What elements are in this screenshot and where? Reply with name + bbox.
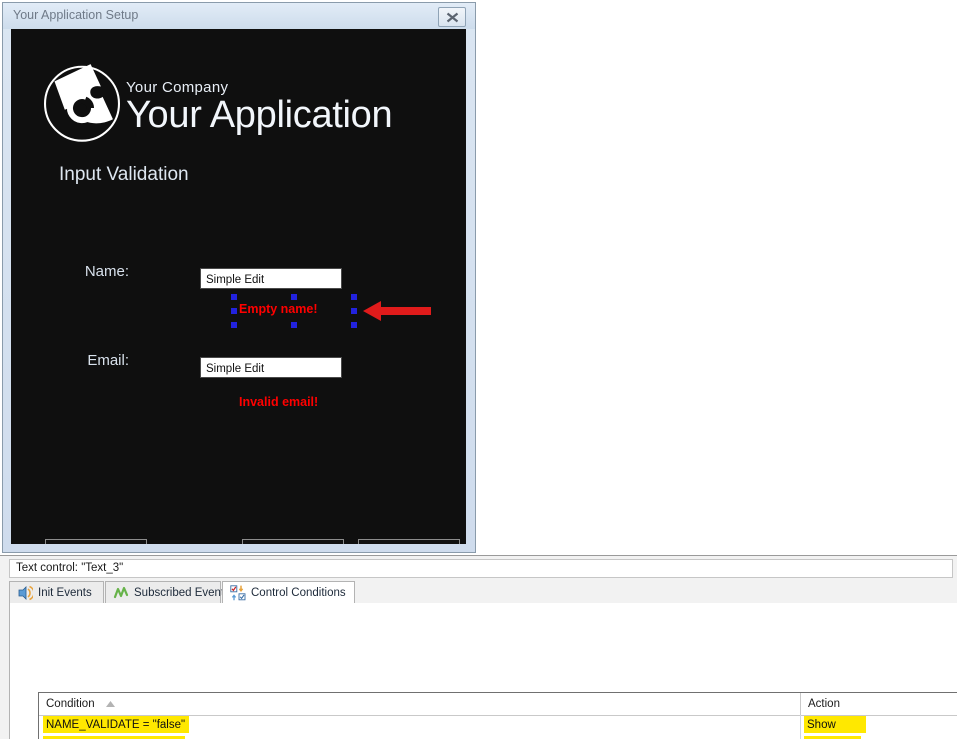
wizard-page-body: Your Company Your Application Input Vali… — [11, 29, 466, 544]
cancel-button[interactable]: Cancel — [242, 539, 344, 544]
tab-control-conditions[interactable]: Control Conditions — [222, 581, 355, 604]
tab-panel-control-conditions: Condition Action NAME_VALIDATE = "false"… — [9, 603, 957, 739]
resize-handle-bottom-center[interactable] — [291, 322, 297, 328]
init-events-icon — [18, 585, 33, 600]
column-header-condition[interactable]: Condition — [39, 693, 799, 715]
puzzle-circle-logo-icon — [43, 64, 121, 142]
tab-init-events-label: Init Events — [38, 586, 92, 599]
resize-handle-top-center[interactable] — [291, 294, 297, 300]
tab-subscribed-events[interactable]: Subscribed Events — [105, 581, 230, 603]
properties-pane: Text control: "Text_3" Init Events Subsc… — [0, 555, 957, 739]
resize-handle-bottom-right[interactable] — [351, 322, 357, 328]
column-header-condition-label: Condition — [46, 698, 95, 710]
name-field-label: Name: — [84, 263, 129, 280]
screen-root: Your Application Setup Your Company Your… — [0, 0, 957, 739]
conditions-grid: Condition Action NAME_VALIDATE = "false"… — [38, 692, 957, 739]
resize-handle-top-left[interactable] — [231, 294, 237, 300]
cell-action[interactable]: Show — [804, 716, 866, 733]
page-title: Input Validation — [59, 164, 189, 185]
table-row[interactable]: NAME_VALIDATE = "false" Show — [39, 716, 957, 736]
annotation-arrow-icon — [363, 301, 431, 321]
email-input[interactable] — [200, 357, 342, 378]
setup-window-title: Your Application Setup — [13, 8, 139, 22]
setup-wizard-window: Your Application Setup Your Company Your… — [2, 2, 476, 553]
back-button[interactable]: Back — [45, 539, 147, 544]
close-button[interactable] — [438, 7, 466, 27]
control-conditions-icon — [230, 584, 246, 600]
brand-application-name: Your Application — [126, 94, 393, 136]
column-header-action-label: Action — [808, 698, 840, 710]
close-x-icon — [446, 12, 458, 22]
email-field-label: Email: — [87, 352, 129, 369]
resize-handle-middle-left[interactable] — [231, 308, 237, 314]
resize-handle-top-right[interactable] — [351, 294, 357, 300]
tab-control-conditions-label: Control Conditions — [251, 586, 346, 599]
setup-titlebar: Your Application Setup — [3, 3, 475, 29]
name-input[interactable] — [200, 268, 342, 289]
cell-condition[interactable]: NAME_VALIDATE = "false" — [43, 716, 190, 733]
tab-init-events[interactable]: Init Events — [9, 581, 104, 603]
selected-control-caption: Text control: "Text_3" — [9, 559, 953, 578]
email-error-text[interactable]: Invalid email! — [239, 395, 318, 409]
grid-header-row: Condition Action — [39, 693, 957, 716]
properties-tab-strip: Init Events Subscribed Events Control Co… — [9, 581, 957, 604]
column-header-action[interactable]: Action — [800, 693, 957, 715]
resize-handle-middle-right[interactable] — [351, 308, 357, 314]
next-button[interactable]: Next — [358, 539, 460, 544]
resize-handle-bottom-left[interactable] — [231, 322, 237, 328]
tab-subscribed-events-label: Subscribed Events — [134, 586, 230, 599]
subscribed-events-icon — [113, 586, 129, 598]
sort-ascending-icon — [105, 701, 115, 707]
name-error-text[interactable]: Empty name! — [239, 302, 318, 316]
